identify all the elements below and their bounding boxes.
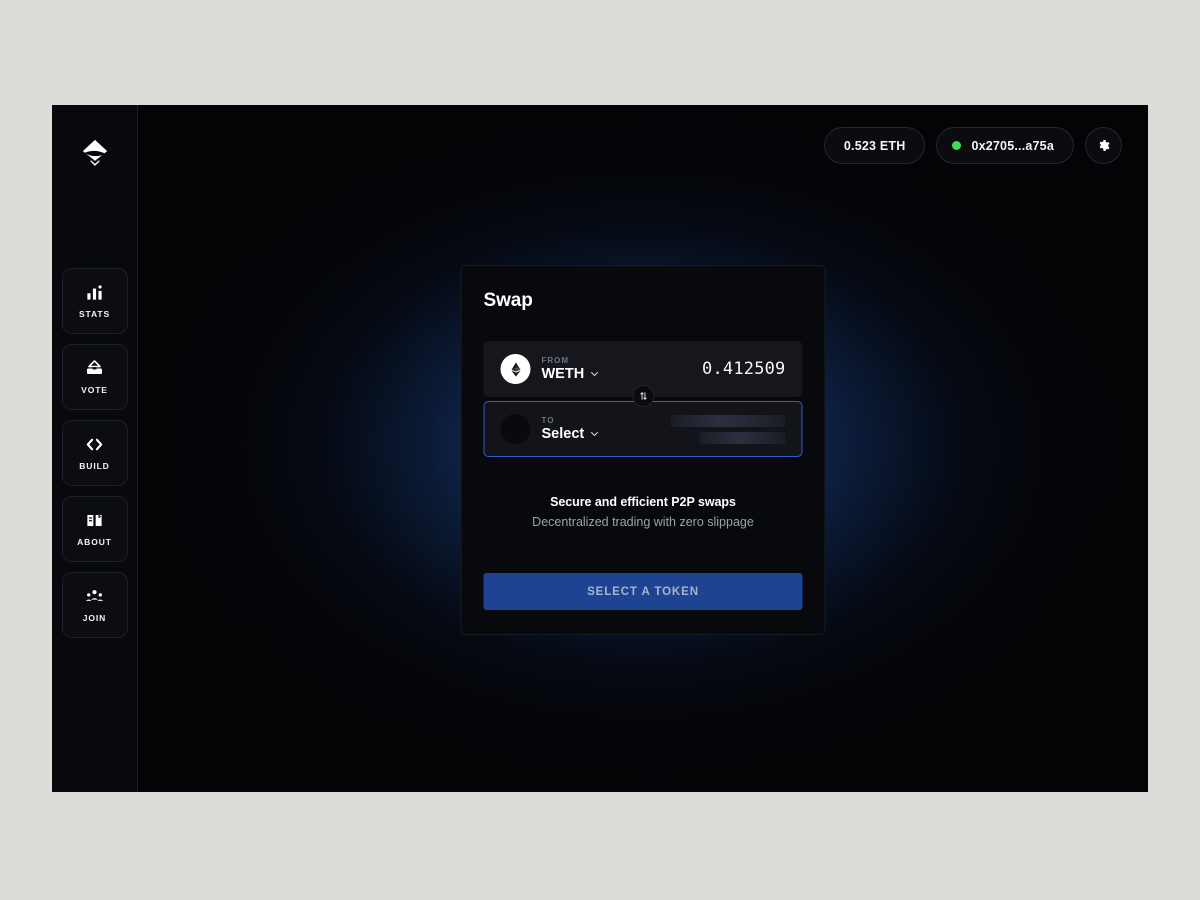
sidebar-item-join[interactable]: JOIN (61, 572, 128, 638)
tagline: Secure and efficient P2P swaps Decentral… (484, 495, 803, 529)
app-window: STATS VOTE BUILD ABOUT JOIN 0.523 ETH 0x… (52, 105, 1148, 792)
ethereum-icon (510, 361, 521, 377)
connection-status-dot (952, 141, 962, 150)
skeleton-bar (670, 414, 786, 427)
ballot-box-icon (86, 360, 103, 375)
sidebar-item-vote[interactable]: VOTE (61, 344, 128, 410)
page-title: Swap (483, 290, 533, 311)
tagline-subtext: Decentralized trading with zero slippage (532, 515, 754, 529)
to-caption: TO (541, 416, 555, 425)
gear-icon (1099, 139, 1110, 151)
swap-direction-button[interactable] (632, 385, 654, 407)
sidebar-item-label: BUILD (79, 461, 110, 471)
header-bar: 0.523 ETH 0x2705...a75a (823, 127, 1122, 164)
sidebar-item-about[interactable]: ABOUT (61, 496, 128, 562)
sidebar-item-stats[interactable]: STATS (61, 268, 128, 334)
diamond-slash-logo-icon (82, 139, 107, 166)
to-token-symbol: Select (541, 426, 585, 442)
to-amount-loading-placeholder (670, 414, 786, 444)
sidebar-item-label: ABOUT (77, 537, 112, 547)
from-caption: FROM (541, 356, 570, 365)
swap-from-row[interactable]: FROM WETH 0.412509 (483, 341, 803, 407)
to-texts: TO Select (542, 416, 600, 442)
main-content: 0.523 ETH 0x2705...a75a Swap FROM WETH 0… (138, 105, 1148, 792)
chevron-down-icon (590, 372, 598, 376)
balance-pill[interactable]: 0.523 ETH (823, 127, 926, 164)
wallet-pill[interactable]: 0x2705...a75a (936, 127, 1074, 164)
swap-card: Swap FROM WETH 0.412509 TO Select Secure… (460, 265, 826, 635)
to-token-avatar (500, 414, 531, 444)
sidebar-item-label: VOTE (81, 385, 108, 395)
chevron-down-icon (590, 432, 598, 436)
from-token-selector[interactable]: WETH (542, 366, 600, 382)
swap-vertical-icon (639, 392, 647, 400)
from-texts: FROM WETH (542, 356, 600, 382)
app-logo[interactable] (72, 129, 118, 175)
tagline-headline: Secure and efficient P2P swaps (550, 495, 736, 509)
people-group-icon (85, 590, 104, 601)
wallet-address-label: 0x2705...a75a (971, 138, 1054, 153)
code-brackets-icon (86, 438, 103, 451)
settings-button[interactable] (1085, 127, 1122, 164)
balance-label: 0.523 ETH (843, 138, 906, 153)
bar-chart-icon (87, 285, 102, 300)
sidebar-item-label: JOIN (82, 613, 107, 623)
sidebar: STATS VOTE BUILD ABOUT JOIN (52, 105, 138, 792)
skeleton-bar (699, 431, 786, 444)
swap-to-row[interactable]: TO Select (483, 401, 803, 457)
from-token-avatar (500, 354, 531, 384)
sidebar-item-label: STATS (78, 309, 111, 319)
to-token-selector[interactable]: Select (542, 426, 600, 442)
open-book-icon (87, 514, 102, 527)
from-amount-input[interactable]: 0.412509 (702, 359, 785, 379)
select-a-token-button[interactable]: SELECT A TOKEN (483, 573, 803, 610)
from-token-symbol: WETH (541, 366, 585, 382)
sidebar-item-build[interactable]: BUILD (61, 420, 128, 486)
sidebar-nav: STATS VOTE BUILD ABOUT JOIN (61, 268, 128, 638)
